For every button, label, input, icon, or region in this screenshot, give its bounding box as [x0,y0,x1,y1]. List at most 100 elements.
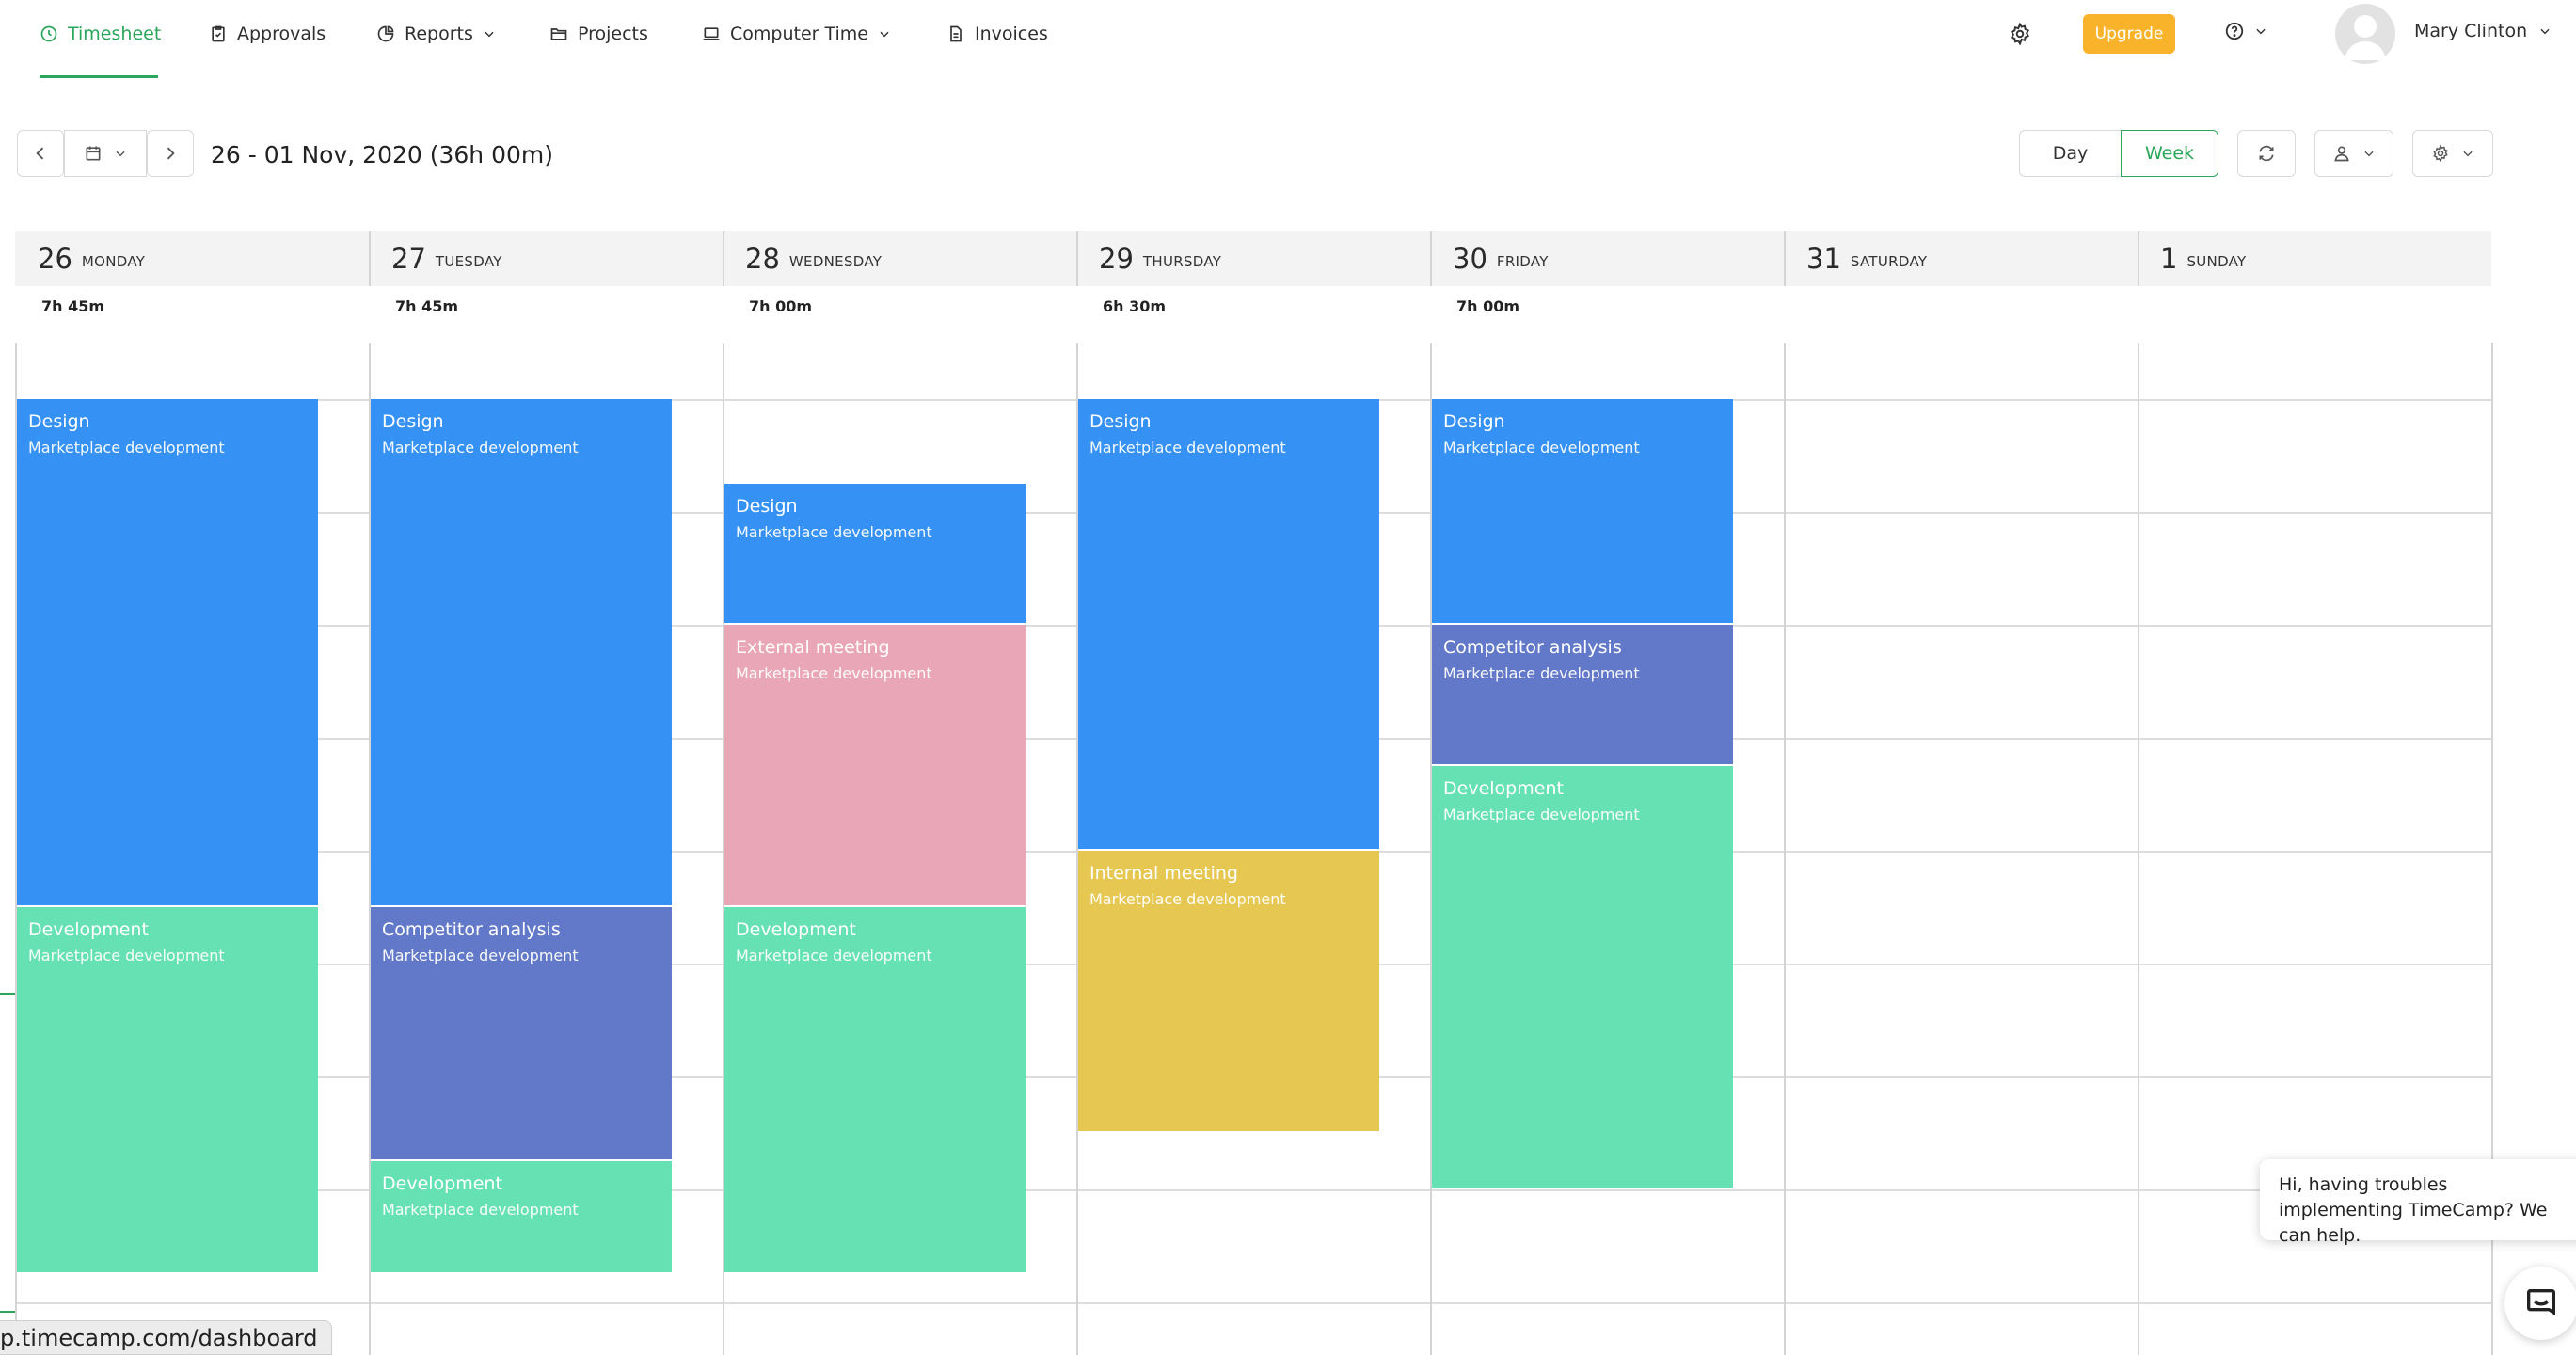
day-name: SUNDAY [2186,253,2247,270]
time-entry-block[interactable]: Design Marketplace development [1078,399,1379,851]
day-name: FRIDAY [1496,253,1549,270]
entry-task-title: Development [382,1173,502,1194]
time-entry-block[interactable]: Development Marketplace development [1432,766,1733,1189]
refresh-button[interactable] [2237,130,2296,177]
clock-icon [40,25,57,42]
time-entry-block[interactable]: Internal meeting Marketplace development [1078,851,1379,1133]
entry-project-name: Marketplace development [1089,890,1286,908]
time-entry-block[interactable]: Development Marketplace development [724,907,1026,1274]
chevron-down-icon [2463,151,2473,157]
nav-projects[interactable]: Projects [549,17,648,51]
day-header-divider [1784,231,1786,286]
view-switcher: Day Week [2019,130,2218,177]
entry-task-title: Development [736,919,856,940]
chevron-down-icon [116,151,125,157]
hour-gridline [15,1302,2493,1304]
settings-gear-icon[interactable] [2008,22,2032,46]
user-menu[interactable]: Mary Clinton [2414,21,2552,41]
nav-invoices[interactable]: Invoices [946,17,1048,51]
day-total-time: 7h 00m [749,297,813,315]
day-total-time: 7h 45m [41,297,105,315]
view-week-button[interactable]: Week [2121,130,2218,177]
chat-icon [2527,1289,2555,1316]
nav-reports[interactable]: Reports [376,17,496,51]
day-header[interactable]: 30 FRIDAY [1430,231,1784,286]
day-header-divider [1076,231,1078,286]
previous-week-button[interactable] [17,130,64,177]
entry-task-title: Development [1443,778,1564,799]
nav-timesheet[interactable]: Timesheet [40,17,161,51]
user-silhouette-icon [2345,15,2386,60]
time-entry-block[interactable]: Competitor analysis Marketplace developme… [371,907,672,1161]
day-header[interactable]: 27 TUESDAY [369,231,723,286]
active-tab-indicator [40,75,158,78]
view-settings-button[interactable] [2412,130,2493,177]
entry-project-name: Marketplace development [382,1201,579,1219]
day-header[interactable]: 1 SUNDAY [2138,231,2491,286]
day-column-divider [1784,343,1786,1355]
chevron-right-icon [167,147,175,160]
day-total-time: 6h 30m [1103,297,1167,315]
entry-task-title: Design [1089,411,1152,432]
chevron-left-icon [36,147,44,160]
day-header-divider [723,231,724,286]
day-header[interactable]: 28 WEDNESDAY [723,231,1076,286]
day-number: 27 [391,243,426,275]
upgrade-button[interactable]: Upgrade [2083,14,2175,54]
entry-task-title: Design [382,411,444,432]
day-header-divider [369,231,371,286]
entry-project-name: Marketplace development [28,947,225,964]
entry-project-name: Marketplace development [28,438,225,456]
entry-task-title: Design [28,411,90,432]
gear-icon [2433,144,2448,163]
time-entry-block[interactable]: Development Marketplace development [17,907,318,1274]
time-entry-block[interactable]: Development Marketplace development [371,1161,672,1274]
time-entry-block[interactable]: Design Marketplace development [371,399,672,907]
chat-launcher-button[interactable] [2504,1267,2576,1340]
day-header[interactable]: 29 THURSDAY [1076,231,1430,286]
day-header[interactable]: 31 SATURDAY [1784,231,2138,286]
entry-task-title: Internal meeting [1089,863,1238,884]
time-entry-block[interactable]: Design Marketplace development [724,484,1026,625]
user-icon [2334,146,2349,162]
nav-approvals[interactable]: Approvals [209,17,326,51]
clipboard-check-icon [212,25,225,42]
date-range-label: 26 - 01 Nov, 2020 (36h 00m) [211,141,554,168]
calendar-icon [86,146,101,161]
nav-label: Invoices [975,24,1048,44]
chevron-down-icon [2364,151,2374,157]
next-week-button[interactable] [147,130,194,177]
entry-task-title: Development [28,919,149,940]
time-entry-block[interactable]: External meeting Marketplace development [724,625,1026,907]
avatar[interactable] [2335,4,2395,64]
day-number: 29 [1099,243,1134,275]
entry-task-title: Design [736,496,798,517]
time-entry-block[interactable]: Design Marketplace development [17,399,318,907]
entry-project-name: Marketplace development [1089,438,1286,456]
chat-message-bubble[interactable]: Hi, having troubles implementing TimeCam… [2260,1159,2576,1246]
help-menu-button[interactable] [2224,21,2267,41]
day-total-time: 7h 45m [395,297,459,315]
top-navigation: Timesheet Approvals Reports Projects Com… [0,0,2576,78]
pie-chart-icon [377,25,394,42]
time-entry-block[interactable]: Competitor analysis Marketplace developme… [1432,625,1733,766]
document-icon [950,25,962,42]
nav-label: Projects [578,24,648,44]
user-filter-button[interactable] [2314,130,2393,177]
day-name: SATURDAY [1850,253,1928,270]
day-name: THURSDAY [1142,253,1222,270]
day-number: 28 [745,243,780,275]
nav-computer-time[interactable]: Computer Time [702,17,891,51]
nav-label: Reports [405,24,473,44]
day-header[interactable]: 26 MONDAY [15,231,369,286]
entry-project-name: Marketplace development [736,947,932,964]
time-entry-block[interactable]: Design Marketplace development [1432,399,1733,625]
day-number: 26 [38,243,72,275]
entry-project-name: Marketplace development [382,438,579,456]
entry-project-name: Marketplace development [1443,664,1640,682]
date-picker-button[interactable] [64,130,147,177]
chevron-down-icon [2540,28,2550,35]
day-column-divider [2138,343,2139,1355]
view-day-button[interactable]: Day [2019,130,2121,177]
day-number: 30 [1453,243,1487,275]
